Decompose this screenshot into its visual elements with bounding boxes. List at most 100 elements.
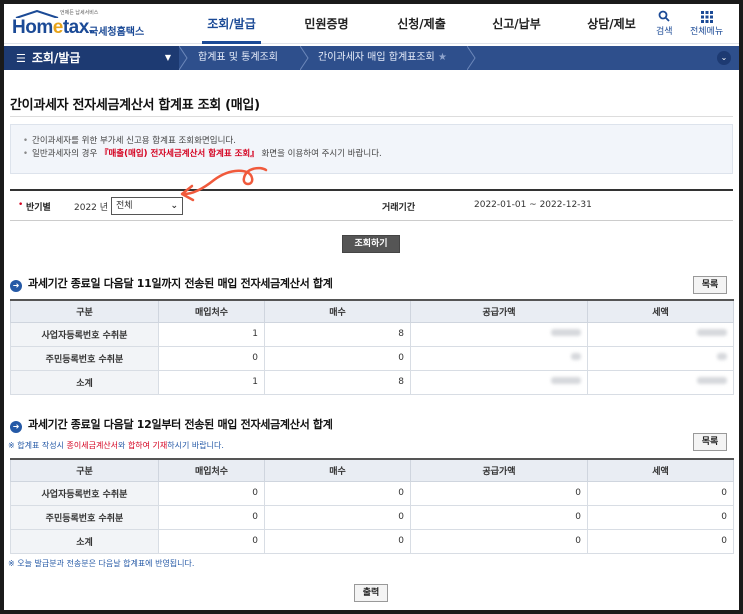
page-title: 간이과세자 전자세금계산서 합계표 조회 (매입) — [10, 98, 260, 113]
section1-table: 구분 매입처수 매수 공급가액 세액 사업자등록번호 수취분 1 8 주민등록번… — [10, 299, 734, 395]
row-label: 사업자등록번호 수취분 — [10, 321, 159, 347]
sales-purchase-summary-link[interactable]: 『매출(매입) 전자세금계산서 합계표 조회』 — [100, 149, 259, 159]
col-header-supply-amount: 공급가액 — [410, 458, 588, 482]
nav-civil-certificate[interactable]: 민원증명 — [279, 4, 374, 44]
logo-korean-name: 국세청홈택스 — [89, 27, 145, 38]
nav-report-pay[interactable]: 신고/납부 — [469, 4, 564, 44]
section2-note: ※ 합계표 작성시 종이세금계산서와 합하여 기재하시기 바랍니다. — [8, 441, 224, 450]
chevron-down-icon: ⌄ — [170, 201, 178, 211]
col-header-sheet-count: 매수 — [264, 299, 411, 323]
info-line: • 일반과세자의 경우 『매출(매입) 전자세금계산서 합계표 조회』 화면을 이… — [23, 149, 382, 159]
search-button[interactable]: 검색 — [656, 10, 673, 37]
cell-supply-amount: 0 — [410, 504, 588, 530]
expand-chevron-icon[interactable]: ⌄ — [717, 51, 731, 65]
row-label: 주민등록번호 수취분 — [10, 504, 159, 530]
cell-sheet-count: 0 — [264, 480, 411, 506]
info-line: • 간이과세자를 위한 부가세 신고용 합계표 조회화면입니다. — [23, 136, 236, 146]
nav-consult-report[interactable]: 상담/제보 — [564, 4, 659, 44]
period-label: 거래기간 — [382, 203, 416, 213]
col-header-tax-amount: 세액 — [587, 299, 734, 323]
cell-vendor-count: 1 — [158, 369, 265, 395]
cell-sheet-count: 0 — [264, 528, 411, 554]
hamburger-icon: ☰ — [16, 52, 26, 65]
period-value: 2022-01-01 ~ 2022-12-31 — [474, 200, 592, 210]
info-box: • 간이과세자를 위한 부가세 신고용 합계표 조회화면입니다. • 일반과세자의 … — [10, 124, 733, 174]
section2-title: ➜ 과세기간 종료일 다음달 12일부터 전송된 매입 전자세금계산서 합계 — [10, 416, 333, 433]
cell-sheet-count: 8 — [264, 321, 411, 347]
section2-table: 구분 매입처수 매수 공급가액 세액 사업자등록번호 수취분 0 0 0 0 주… — [10, 458, 734, 554]
col-header-vendor-count: 매입처수 — [158, 458, 265, 482]
title-divider — [10, 116, 733, 117]
col-header-tax-amount: 세액 — [587, 458, 734, 482]
table-row: 소계 1 8 — [10, 369, 734, 395]
nav-lookup-issue[interactable]: 조회/발급 — [184, 4, 279, 44]
table-row: 사업자등록번호 수취분 0 0 0 0 — [10, 480, 734, 506]
cell-sheet-count: 8 — [264, 369, 411, 395]
nav-apply-submit[interactable]: 신청/제출 — [374, 4, 469, 44]
cell-sheet-count: 0 — [264, 504, 411, 530]
breadcrumb-chevron-icon — [467, 46, 476, 70]
row-label: 주민등록번호 수취분 — [10, 345, 159, 371]
col-header-category: 구분 — [10, 299, 159, 323]
logo-tagline: 언제든 납세서비스 — [60, 10, 99, 16]
table-header-row: 구분 매입처수 매수 공급가액 세액 — [10, 458, 734, 482]
location-bar: ☰ 조회/발급 ▼ 합계표 및 통계조회 간이과세자 매입 합계표조회 ★ ⌄ — [4, 46, 739, 70]
search-label: 검색 — [656, 27, 673, 37]
row-label: 사업자등록번호 수취분 — [10, 480, 159, 506]
section-bullet-icon: ➜ — [10, 421, 22, 433]
cell-supply-amount-redacted — [410, 369, 588, 395]
logo-brand: Hometax. — [12, 17, 94, 38]
cell-tax-amount-redacted — [587, 345, 734, 371]
hometax-logo[interactable]: 언제든 납세서비스 Hometax. 국세청홈택스 — [12, 10, 160, 40]
required-mark: • — [18, 200, 24, 210]
section2-list-button[interactable]: 목록 — [693, 433, 727, 451]
caret-down-icon: ▼ — [164, 53, 171, 62]
cell-supply-amount-redacted — [410, 321, 588, 347]
cell-vendor-count: 0 — [158, 528, 265, 554]
cell-vendor-count: 0 — [158, 480, 265, 506]
col-header-sheet-count: 매수 — [264, 458, 411, 482]
cell-tax-amount-redacted — [587, 369, 734, 395]
section1-list-button[interactable]: 목록 — [693, 276, 727, 294]
search-icon — [658, 10, 670, 22]
cell-vendor-count: 0 — [158, 345, 265, 371]
table-row: 주민등록번호 수취분 0 0 — [10, 345, 734, 371]
footer-note: ※ 오늘 발급분과 전송분은 다음날 합계표에 반영됩니다. — [8, 559, 195, 568]
main-content: 간이과세자 전자세금계산서 합계표 조회 (매입) • 간이과세자를 위한 부가세… — [4, 70, 739, 610]
cell-tax-amount: 0 — [587, 528, 734, 554]
location-root[interactable]: ☰ 조회/발급 ▼ — [4, 46, 179, 70]
row-label: 소계 — [10, 369, 159, 395]
cell-supply-amount-redacted — [410, 345, 588, 371]
breadcrumb-chevron-icon — [300, 46, 309, 70]
all-menu-label: 전체메뉴 — [690, 27, 724, 37]
cell-supply-amount: 0 — [410, 480, 588, 506]
cell-tax-amount-redacted — [587, 321, 734, 347]
global-nav: 조회/발급 민원증명 신청/제출 신고/납부 상담/제보 — [184, 4, 659, 44]
year-value: 2022 년 — [74, 203, 109, 213]
row-label: 소계 — [10, 528, 159, 554]
col-header-supply-amount: 공급가액 — [410, 299, 588, 323]
cell-vendor-count: 0 — [158, 504, 265, 530]
section1-title: ➜ 과세기간 종료일 다음달 11일까지 전송된 매입 전자세금계산서 합계 — [10, 275, 333, 292]
cell-vendor-count: 1 — [158, 321, 265, 347]
section-bullet-icon: ➜ — [10, 280, 22, 292]
col-header-category: 구분 — [10, 458, 159, 482]
table-row: 소계 0 0 0 0 — [10, 528, 734, 554]
breadcrumb-chevron-icon — [179, 46, 188, 70]
table-header-row: 구분 매입처수 매수 공급가액 세액 — [10, 299, 734, 323]
col-header-vendor-count: 매입처수 — [158, 299, 265, 323]
location-root-label: 조회/발급 — [31, 51, 81, 65]
search-conditions: • 반기별 2022 년 전체 ⌄ 거래기간 2022-01-01 ~ 2022-… — [10, 189, 733, 221]
cell-supply-amount: 0 — [410, 528, 588, 554]
cell-tax-amount: 0 — [587, 504, 734, 530]
cell-sheet-count: 0 — [264, 345, 411, 371]
favorite-star-icon[interactable]: ★ — [438, 52, 447, 63]
print-button[interactable]: 출력 — [354, 584, 388, 602]
breadcrumb-current[interactable]: 간이과세자 매입 합계표조회 ★ — [318, 46, 447, 70]
cell-tax-amount: 0 — [587, 480, 734, 506]
top-header: 언제든 납세서비스 Hometax. 국세청홈택스 조회/발급 민원증명 신청/… — [4, 4, 739, 44]
search-submit-button[interactable]: 조회하기 — [342, 235, 400, 253]
breadcrumb-summary[interactable]: 합계표 및 통계조회 — [198, 46, 278, 70]
all-menu-button[interactable]: 전체메뉴 — [690, 10, 723, 37]
half-year-select[interactable]: 전체 ⌄ — [111, 197, 183, 215]
